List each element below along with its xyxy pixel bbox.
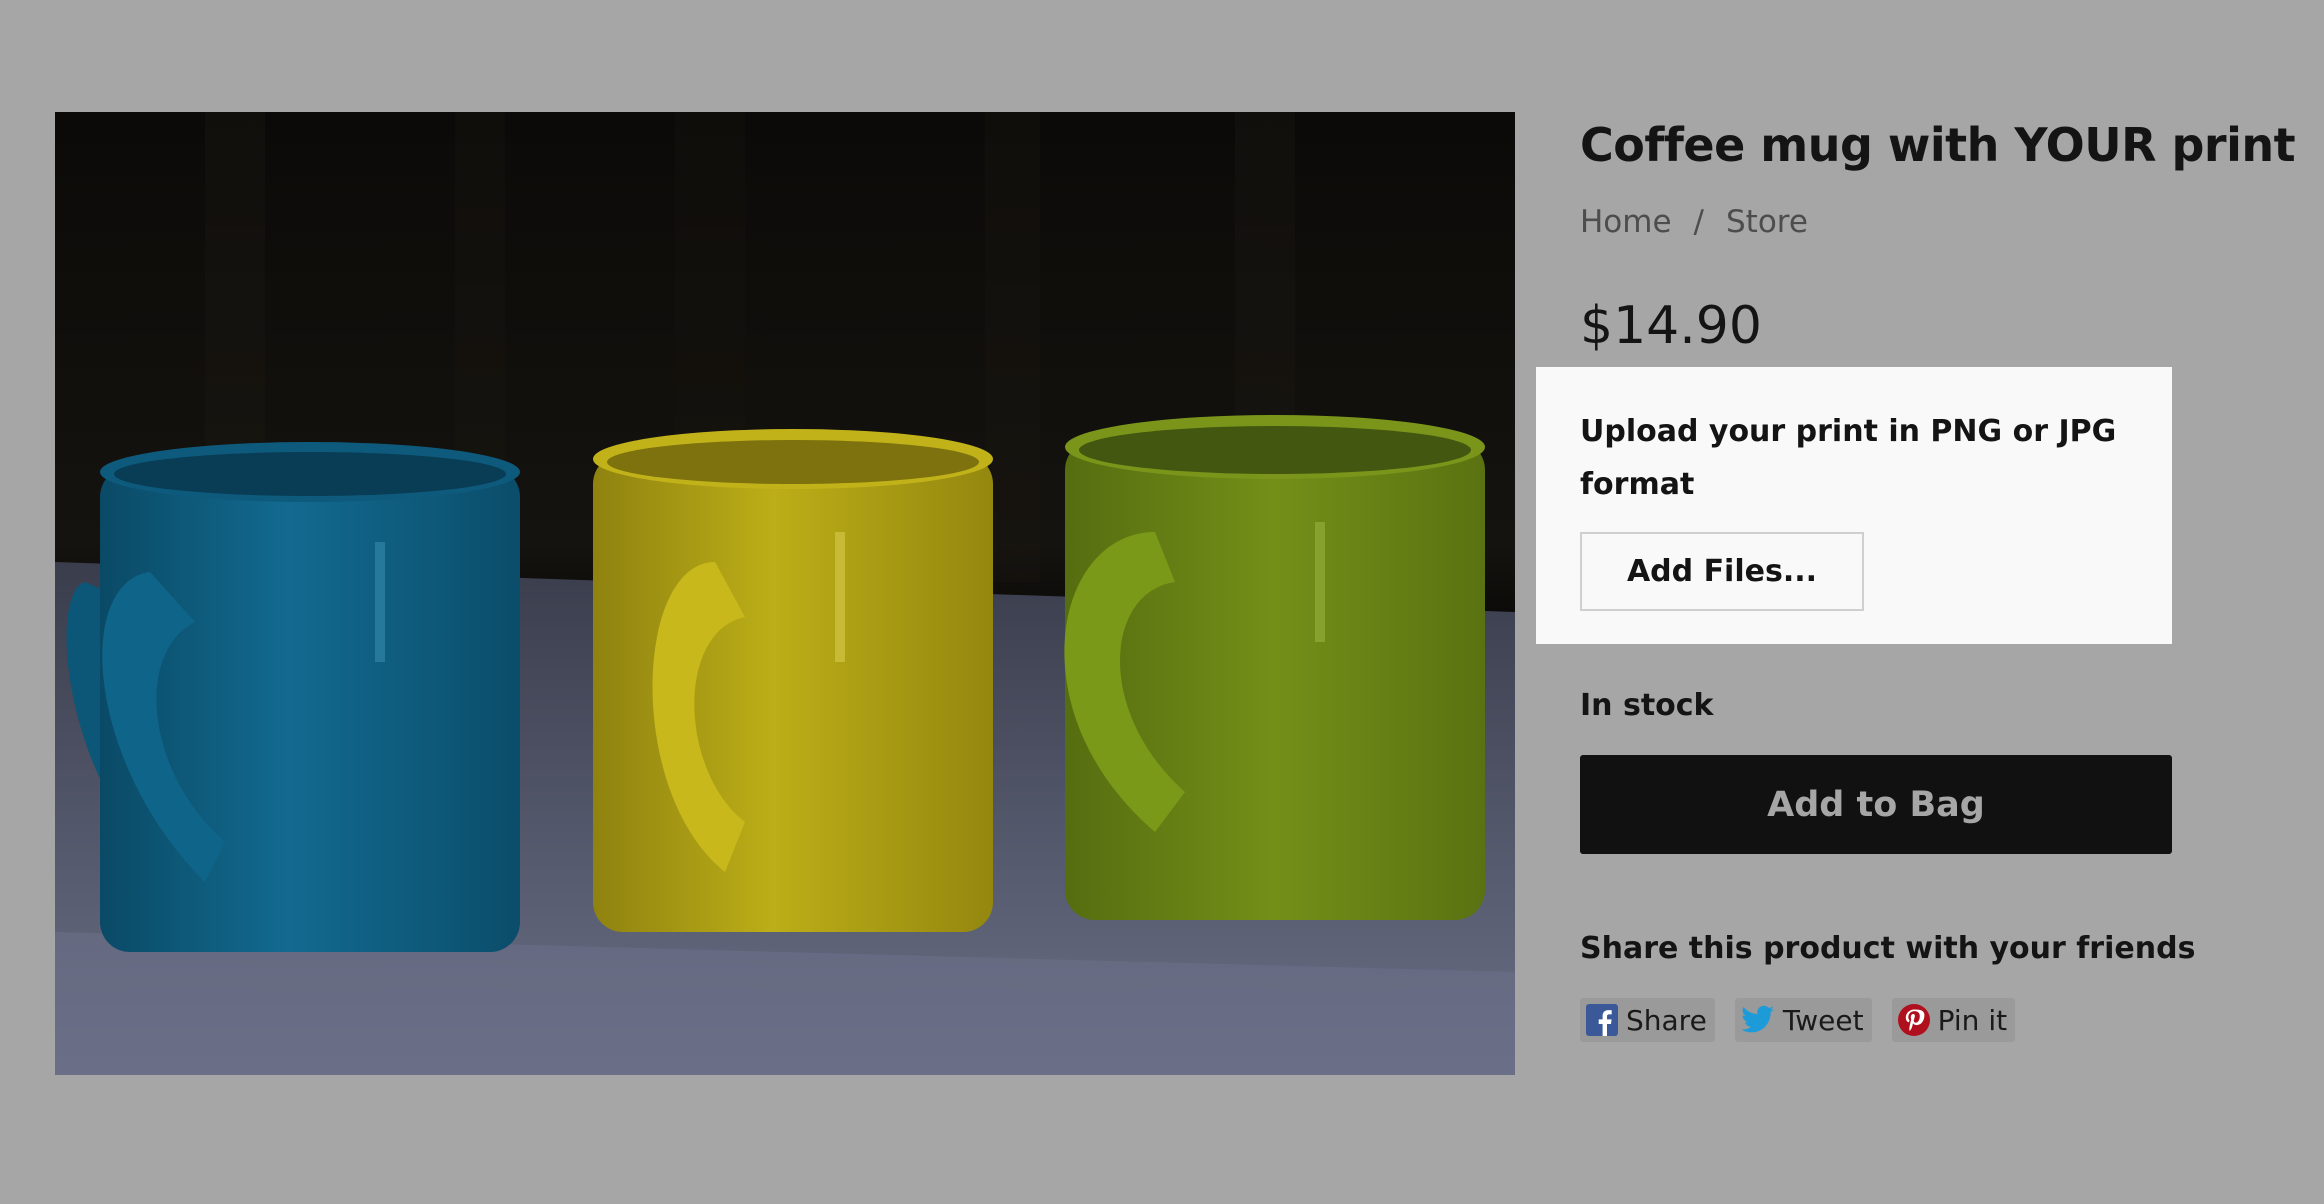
- breadcrumb: Home / Store: [1580, 204, 1808, 240]
- product-price: $14.90: [1580, 296, 1762, 356]
- facebook-icon: [1586, 1004, 1618, 1036]
- upload-panel: Upload your print in PNG or JPG format A…: [1536, 367, 2172, 644]
- twitter-icon: [1740, 1005, 1775, 1035]
- breadcrumb-home-link[interactable]: Home: [1580, 204, 1672, 240]
- upload-instructions: Upload your print in PNG or JPG format: [1580, 414, 2117, 502]
- pinterest-icon: [1897, 1004, 1930, 1036]
- product-image: [55, 112, 1515, 1075]
- add-to-bag-button[interactable]: Add to Bag: [1580, 755, 2172, 854]
- breadcrumb-store-link[interactable]: Store: [1726, 204, 1808, 240]
- product-page: Coffee mug with YOUR print Home / Store $1…: [0, 0, 2324, 1204]
- twitter-tweet-label: Tweet: [1782, 1003, 1864, 1037]
- breadcrumb-separator: /: [1693, 204, 1704, 240]
- share-buttons: Share Tweet Pin it: [1580, 998, 2016, 1042]
- mugs-photo-illustration: [55, 112, 1515, 1075]
- pinterest-pin-button[interactable]: Pin it: [1891, 998, 2016, 1042]
- share-heading: Share this product with your friends: [1580, 931, 2196, 966]
- facebook-share-button[interactable]: Share: [1580, 998, 1715, 1042]
- facebook-share-label: Share: [1626, 1003, 1707, 1037]
- product-title: Coffee mug with YOUR print: [1580, 118, 2296, 172]
- twitter-tweet-button[interactable]: Tweet: [1734, 998, 1872, 1042]
- pinterest-pin-label: Pin it: [1937, 1003, 2008, 1037]
- add-files-button[interactable]: Add Files...: [1580, 532, 1864, 611]
- stock-status: In stock: [1580, 688, 1714, 723]
